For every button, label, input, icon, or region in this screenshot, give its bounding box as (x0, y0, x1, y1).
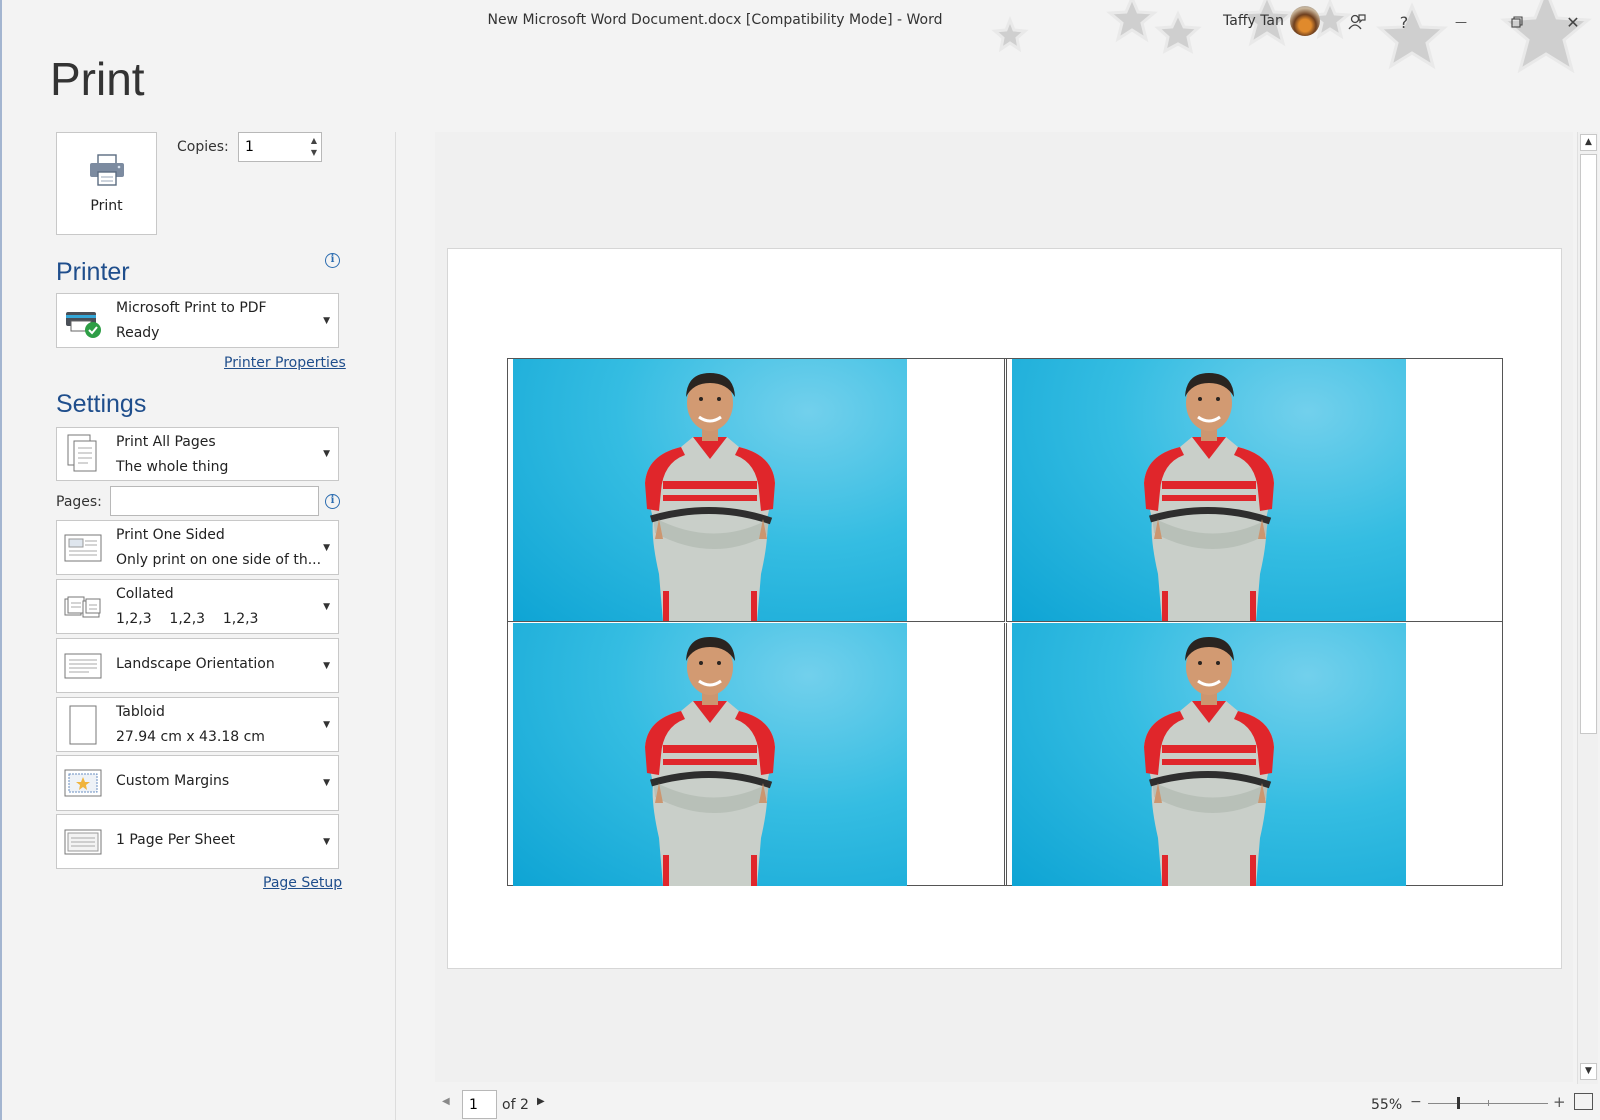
pages-input[interactable] (110, 486, 319, 516)
photo-cell (508, 359, 1005, 622)
scroll-down-icon[interactable]: ▼ (1580, 1063, 1597, 1080)
paper-size-dropdown[interactable]: Tabloid 27.94 cm x 43.18 cm ▼ (56, 697, 339, 752)
print-range-desc: The whole thing (116, 459, 229, 475)
paper-size-label: Tabloid (116, 704, 165, 720)
scroll-up-icon[interactable]: ▲ (1580, 134, 1597, 151)
chevron-down-icon: ▼ (323, 719, 330, 730)
orientation-dropdown[interactable]: Landscape Orientation ▼ (56, 638, 339, 693)
window-left-edge (0, 0, 2, 1120)
person-photo (1012, 359, 1406, 621)
pages-info-icon[interactable]: i (325, 494, 340, 509)
chevron-down-icon: ▼ (323, 778, 330, 788)
collation-label: Collated (116, 586, 174, 602)
person-photo (513, 623, 907, 886)
current-page-input[interactable] (462, 1090, 497, 1119)
copies-spin-buttons[interactable]: ▲ ▼ (311, 135, 317, 159)
settings-heading: Settings (56, 390, 147, 418)
landscape-icon (63, 646, 103, 686)
pages-label: Pages: (56, 494, 102, 510)
orientation-label: Landscape Orientation (116, 656, 275, 672)
printer-icon (89, 153, 124, 186)
chevron-down-icon: ▼ (323, 836, 330, 847)
one-sided-icon (63, 528, 103, 568)
sides-desc: Only print on one side of th... (116, 552, 322, 568)
collation-dropdown[interactable]: Collated 1,2,3 1,2,3 1,2,3 ▼ (56, 579, 339, 634)
preview-scrollbar[interactable]: ▲ ▼ (1577, 132, 1598, 1084)
printer-status: Ready (116, 325, 160, 341)
margins-icon (63, 763, 103, 803)
printer-name: Microsoft Print to PDF (116, 300, 267, 316)
user-name[interactable]: Taffy Tan (1223, 13, 1284, 29)
zoom-slider-midpoint (1488, 1100, 1489, 1106)
chevron-down-icon: ▼ (323, 542, 330, 553)
preview-photo-grid (507, 358, 1503, 886)
close-icon[interactable]: ✕ (1558, 8, 1588, 36)
user-avatar[interactable] (1290, 6, 1320, 36)
page-setup-link[interactable]: Page Setup (263, 875, 342, 891)
chevron-down-icon: ▼ (323, 449, 330, 459)
coauthor-icon[interactable] (1342, 8, 1372, 36)
person-photo (513, 359, 907, 621)
restore-icon[interactable] (1502, 8, 1532, 36)
person-photo (1012, 623, 1406, 886)
copies-input[interactable] (239, 133, 297, 161)
zoom-slider-handle[interactable] (1457, 1097, 1460, 1109)
zoom-to-page-icon[interactable] (1574, 1093, 1593, 1110)
title-bar: New Microsoft Word Document.docx [Compat… (0, 0, 1600, 74)
pages-per-sheet-icon (63, 822, 103, 862)
page-title: Print (50, 53, 145, 105)
photo-cell (508, 623, 1005, 886)
pane-divider (395, 132, 396, 1120)
pages-per-sheet-dropdown[interactable]: 1 Page Per Sheet ▼ (56, 814, 339, 869)
margins-label: Custom Margins (116, 773, 230, 789)
chevron-down-icon: ▼ (323, 315, 330, 326)
print-range-dropdown[interactable]: Print All Pages The whole thing ▼ (56, 427, 339, 481)
paper-size-desc: 27.94 cm x 43.18 cm (116, 729, 265, 745)
collated-icon (63, 587, 103, 627)
printer-ready-icon (63, 301, 103, 341)
collation-desc: 1,2,3 1,2,3 1,2,3 (116, 611, 259, 627)
print-range-label: Print All Pages (116, 434, 216, 450)
chevron-down-icon: ▼ (323, 601, 330, 612)
page-count: of 2 (502, 1097, 529, 1113)
pages-per-sheet-label: 1 Page Per Sheet (116, 832, 235, 848)
pages-icon (63, 434, 103, 474)
scrollbar-thumb[interactable] (1580, 154, 1597, 734)
chevron-up-icon[interactable]: ▲ (311, 135, 317, 147)
photo-cell (1006, 623, 1503, 886)
printer-heading: Printer (56, 258, 130, 286)
paper-size-icon (63, 705, 103, 745)
photo-cell (1006, 359, 1503, 622)
next-page-icon[interactable]: ▶ (537, 1096, 545, 1107)
chevron-down-icon[interactable]: ▼ (311, 147, 317, 159)
copies-stepper[interactable]: ▲ ▼ (238, 132, 322, 162)
margins-dropdown[interactable]: Custom Margins ▼ (56, 755, 339, 811)
print-button-label: Print (90, 197, 123, 214)
sides-label: Print One Sided (116, 527, 225, 543)
previous-page-icon[interactable]: ◀ (442, 1096, 450, 1107)
copies-label: Copies: (177, 139, 229, 155)
printer-properties-link[interactable]: Printer Properties (224, 355, 346, 371)
printer-dropdown[interactable]: Microsoft Print to PDF Ready ▼ (56, 293, 339, 348)
sides-dropdown[interactable]: Print One Sided Only print on one side o… (56, 520, 339, 575)
zoom-out-icon[interactable]: − (1410, 1094, 1422, 1110)
zoom-level[interactable]: 55% (1371, 1097, 1402, 1113)
print-button[interactable]: Print (56, 132, 157, 235)
chevron-down-icon: ▼ (323, 660, 330, 671)
help-icon[interactable]: ? (1389, 8, 1419, 36)
minimize-icon[interactable]: — (1446, 8, 1476, 36)
printer-info-icon[interactable]: i (325, 253, 340, 268)
zoom-in-icon[interactable]: + (1553, 1093, 1566, 1111)
